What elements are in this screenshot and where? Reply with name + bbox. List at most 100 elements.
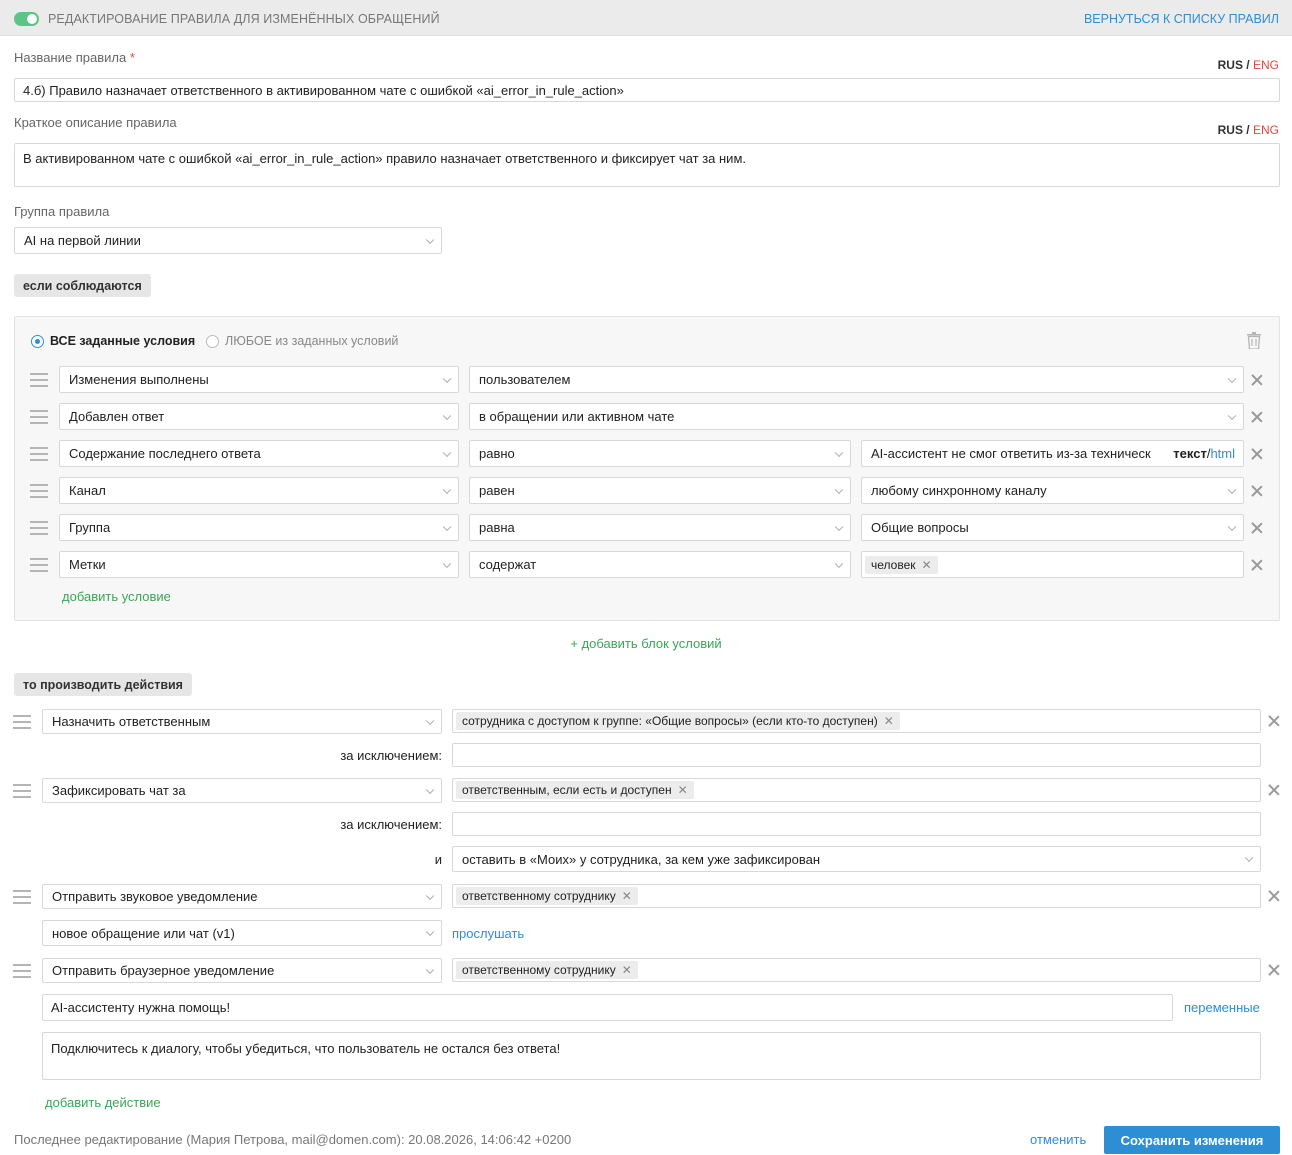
condition-operator-select[interactable]: равно — [469, 440, 851, 467]
remove-condition-icon[interactable] — [1251, 374, 1263, 386]
assign-target-input[interactable]: сотрудника с доступом к группе: «Общие в… — [452, 709, 1261, 733]
condition-field-select[interactable]: Содержание последнего ответа — [59, 440, 459, 467]
remove-tag-icon[interactable]: ✕ — [922, 558, 932, 572]
condition-operator-select[interactable]: пользователем — [469, 366, 1244, 393]
pin-keep-select[interactable]: оставить в «Моих» у сотрудника, за кем у… — [452, 846, 1261, 872]
action-type-select[interactable]: Назначить ответственным — [42, 709, 442, 734]
remove-condition-icon[interactable] — [1251, 411, 1263, 423]
radio-any-label[interactable]: ЛЮБОЕ из заданных условий — [225, 334, 398, 348]
add-condition-block-text[interactable]: + добавить блок условий — [570, 636, 721, 651]
radio-all-conditions[interactable] — [31, 335, 44, 348]
lang-eng[interactable]: ENG — [1253, 58, 1279, 72]
remove-tag-icon[interactable]: ✕ — [884, 714, 894, 728]
remove-condition-icon[interactable] — [1251, 522, 1263, 534]
condition-field-select[interactable]: Метки — [59, 551, 459, 578]
add-condition-link[interactable]: добавить условие — [62, 589, 171, 604]
tag-label: ответственным, если есть и доступен — [462, 783, 672, 797]
format-text-option[interactable]: текст — [1173, 446, 1207, 461]
action-type-select[interactable]: Отправить браузерное уведомление — [42, 958, 442, 983]
drag-handle-icon[interactable] — [30, 558, 48, 572]
drag-handle-icon[interactable] — [30, 484, 48, 498]
sound-select[interactable]: новое обращение или чат (v1) — [42, 920, 442, 946]
condition-field-value: Группа — [69, 520, 111, 535]
format-html-option[interactable]: html — [1210, 446, 1235, 461]
drag-handle-icon[interactable] — [30, 447, 48, 461]
condition-value-select[interactable]: любому синхронному каналу — [861, 477, 1244, 504]
chevron-down-icon — [834, 522, 844, 531]
remove-condition-icon[interactable] — [1251, 559, 1263, 571]
listen-link[interactable]: прослушать — [452, 926, 524, 941]
rule-group-select[interactable]: AI на первой линии — [14, 227, 442, 254]
notification-body-input[interactable]: Подключитесь к диалогу, чтобы убедиться,… — [42, 1032, 1261, 1080]
chevron-down-icon — [425, 785, 435, 794]
trash-icon[interactable] — [1247, 332, 1261, 349]
remove-tag-icon[interactable]: ✕ — [678, 783, 688, 797]
action-type-select[interactable]: Зафиксировать чат за — [42, 778, 442, 803]
remove-action-icon[interactable] — [1268, 890, 1280, 902]
rule-enabled-toggle[interactable] — [14, 12, 39, 26]
pin-target-input[interactable]: ответственным, если есть и доступен ✕ — [452, 778, 1261, 802]
remove-condition-icon[interactable] — [1251, 485, 1263, 497]
cancel-link[interactable]: отменить — [1030, 1132, 1086, 1147]
chevron-down-icon — [425, 716, 435, 725]
action-type-select[interactable]: Отправить звуковое уведомление — [42, 884, 442, 909]
back-to-rules-link[interactable]: ВЕРНУТЬСЯ К СПИСКУ ПРАВИЛ — [1084, 12, 1279, 26]
drag-handle-icon[interactable] — [13, 964, 31, 978]
condition-field-select[interactable]: Добавлен ответ — [59, 403, 459, 430]
drag-handle-icon[interactable] — [30, 373, 48, 387]
remove-tag-icon[interactable]: ✕ — [622, 889, 632, 903]
assign-except-input[interactable] — [452, 743, 1261, 767]
chevron-down-icon — [442, 559, 452, 568]
condition-field-select[interactable]: Канал — [59, 477, 459, 504]
drag-handle-icon[interactable] — [13, 715, 31, 729]
add-action-link[interactable]: добавить действие — [45, 1095, 161, 1110]
rule-name-input[interactable]: 4.б) Правило назначает ответственного в … — [14, 78, 1280, 102]
save-button[interactable]: Сохранить изменения — [1104, 1126, 1280, 1154]
sound-recipient-input[interactable]: ответственному сотруднику ✕ — [452, 884, 1261, 908]
condition-field-select[interactable]: Группа — [59, 514, 459, 541]
add-condition-block-link[interactable]: + добавить блок условий — [0, 636, 1292, 651]
lang-sep: / — [1242, 123, 1253, 137]
remove-condition-icon[interactable] — [1251, 448, 1263, 460]
remove-tag-icon[interactable]: ✕ — [622, 963, 632, 977]
condition-value-input[interactable]: AI-ассистент не смог ответить из-за техн… — [861, 440, 1244, 467]
remove-action-icon[interactable] — [1268, 715, 1280, 727]
condition-field-value: Изменения выполнены — [69, 372, 209, 387]
radio-all-label[interactable]: ВСЕ заданные условия — [50, 334, 195, 348]
variables-link[interactable]: переменные — [1184, 1000, 1260, 1015]
condition-operator-value: содержат — [479, 557, 537, 572]
rule-group-value: AI на первой линии — [24, 233, 141, 248]
drag-handle-icon[interactable] — [30, 521, 48, 535]
drag-handle-icon[interactable] — [30, 410, 48, 424]
chevron-down-icon — [425, 927, 435, 937]
condition-operator-select[interactable]: равна — [469, 514, 851, 541]
lang-switch-description[interactable]: RUS / ENG — [1218, 123, 1279, 137]
remove-action-icon[interactable] — [1268, 964, 1280, 976]
drag-handle-icon[interactable] — [13, 784, 31, 798]
lang-sep: / — [1242, 58, 1253, 72]
condition-operator-select[interactable]: равен — [469, 477, 851, 504]
condition-value-select[interactable]: Общие вопросы — [861, 514, 1244, 541]
notification-title-input[interactable]: AI-ассистенту нужна помощь! — [42, 994, 1173, 1021]
tag-label: ответственному сотруднику — [462, 963, 616, 977]
condition-operator-value: равна — [479, 520, 515, 535]
drag-handle-icon[interactable] — [13, 890, 31, 904]
condition-operator-value: равно — [479, 446, 515, 461]
lang-switch-name[interactable]: RUS / ENG — [1218, 58, 1279, 72]
condition-field-select[interactable]: Изменения выполнены — [59, 366, 459, 393]
remove-action-icon[interactable] — [1268, 784, 1280, 796]
radio-any-conditions[interactable] — [206, 335, 219, 348]
action-type-value: Зафиксировать чат за — [52, 783, 186, 798]
tag-label: сотрудника с доступом к группе: «Общие в… — [462, 714, 878, 728]
rule-description-input[interactable]: В активированном чате с ошибкой «ai_erro… — [14, 143, 1280, 187]
condition-tags-input[interactable]: человек ✕ — [861, 551, 1244, 578]
pin-except-input[interactable] — [452, 812, 1261, 836]
rule-group-label: Группа правила — [14, 204, 110, 219]
lang-eng[interactable]: ENG — [1253, 123, 1279, 137]
condition-operator-select[interactable]: содержат — [469, 551, 851, 578]
lang-rus[interactable]: RUS — [1218, 58, 1243, 72]
condition-operator-select[interactable]: в обращении или активном чате — [469, 403, 1244, 430]
lang-rus[interactable]: RUS — [1218, 123, 1243, 137]
sound-value: новое обращение или чат (v1) — [52, 925, 235, 941]
browser-recipient-input[interactable]: ответственному сотруднику ✕ — [452, 958, 1261, 982]
